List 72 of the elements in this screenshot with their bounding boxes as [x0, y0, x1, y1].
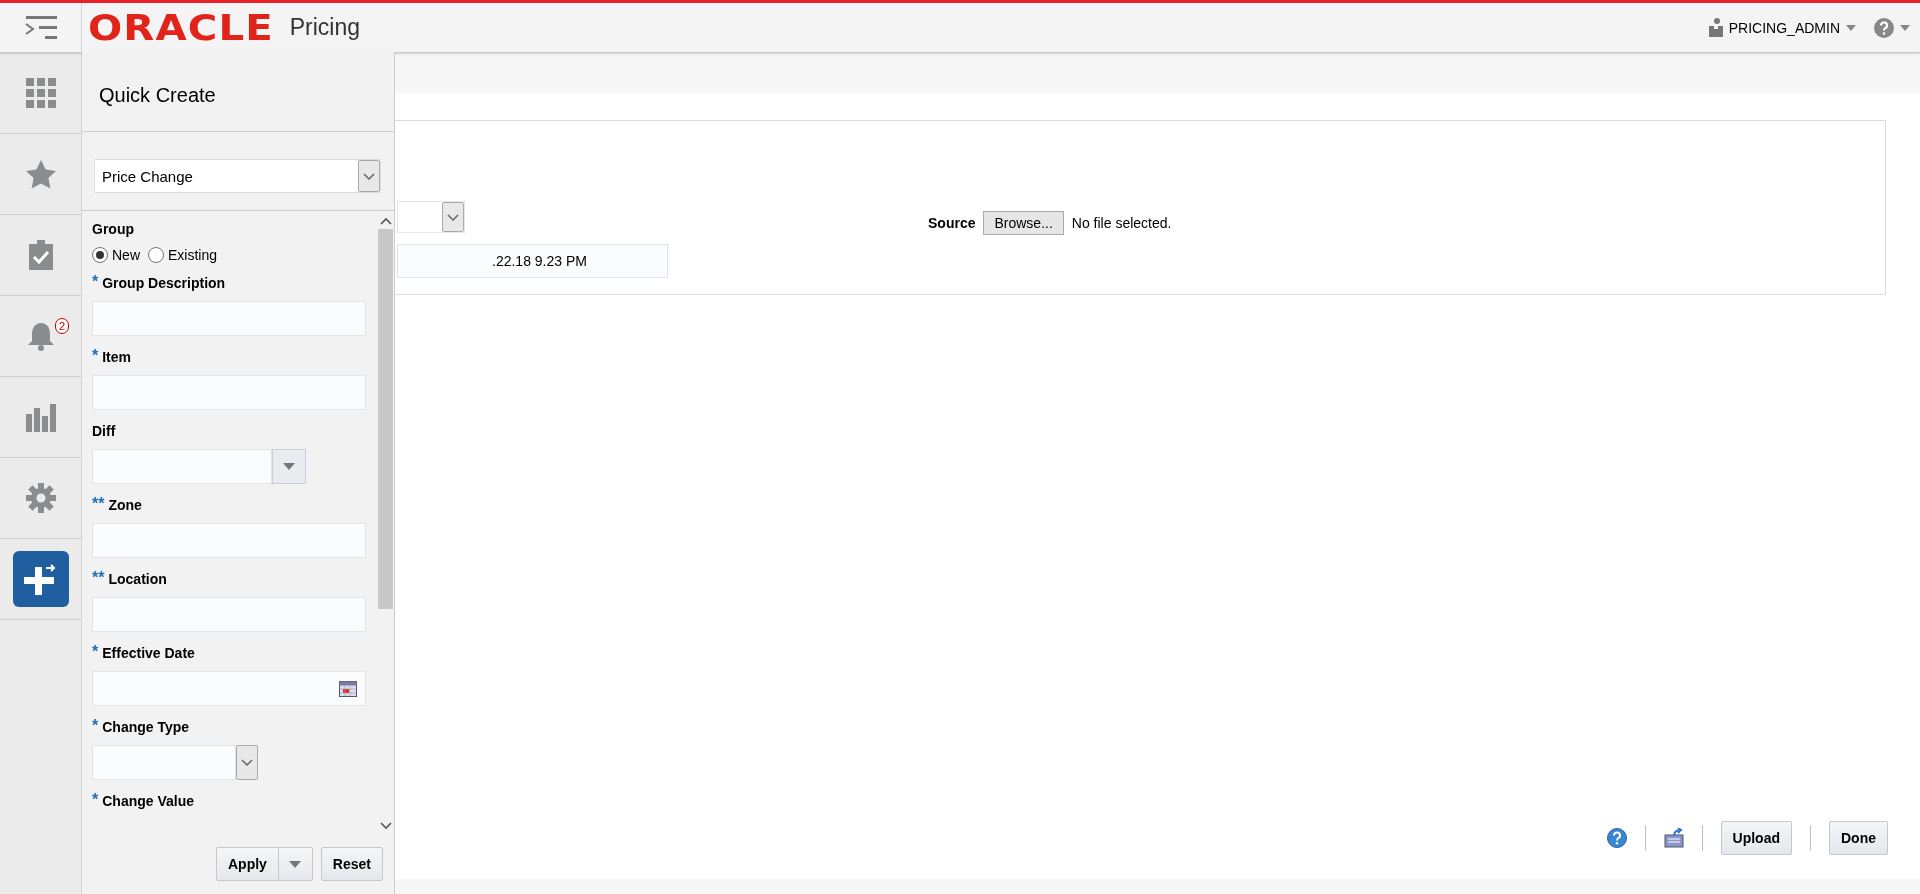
- radio-button[interactable]: [92, 247, 108, 263]
- required-marker: *: [92, 719, 99, 733]
- date-field[interactable]: [92, 671, 366, 706]
- source-label: Source: [928, 215, 976, 231]
- required-marker: *: [92, 793, 99, 807]
- triangle-down-icon: [289, 860, 302, 868]
- scroll-up-icon[interactable]: [379, 217, 392, 225]
- chevron-down-icon: [241, 759, 253, 766]
- help-icon[interactable]: [1606, 828, 1627, 848]
- upload-button[interactable]: Upload: [1720, 821, 1792, 855]
- description-field[interactable]: .22.18 9.23 PM: [397, 244, 668, 278]
- menu-icon[interactable]: [24, 15, 57, 40]
- dropdown-button[interactable]: [272, 449, 306, 484]
- bell-icon: [26, 321, 55, 351]
- required-marker: *: [92, 349, 99, 363]
- chevron-down-icon: [447, 213, 459, 221]
- browse-button[interactable]: Browse...: [983, 211, 1064, 235]
- reset-button[interactable]: Reset: [320, 847, 383, 881]
- field-label: Group Description: [102, 275, 226, 291]
- radio-label: New: [112, 247, 140, 263]
- text-field[interactable]: [92, 597, 366, 632]
- plus-arrow-icon: [23, 563, 58, 595]
- app-title: Pricing: [289, 14, 360, 41]
- notification-badge: 2: [55, 318, 70, 334]
- required-marker: **: [92, 571, 105, 585]
- type-select[interactable]: Price Change: [94, 159, 381, 193]
- field-label: Group: [92, 221, 134, 237]
- combo-field[interactable]: [92, 449, 272, 484]
- required-marker: *: [92, 645, 99, 659]
- nav-item[interactable]: [26, 321, 55, 351]
- radio-button[interactable]: [148, 247, 164, 263]
- nav-item[interactable]: [25, 402, 56, 432]
- nav-item[interactable]: [25, 159, 56, 189]
- required-marker: *: [92, 275, 99, 289]
- logo: ORACLE: [88, 7, 274, 48]
- done-button[interactable]: Done: [1829, 821, 1888, 855]
- triangle-down-icon: [283, 463, 295, 470]
- radio-label: Existing: [168, 247, 218, 263]
- nav-item[interactable]: [25, 483, 56, 513]
- chevron-down-icon: [363, 172, 375, 180]
- caret-icon[interactable]: [1846, 24, 1856, 31]
- dropdown-button[interactable]: [236, 745, 258, 780]
- nav-item[interactable]: [28, 240, 53, 270]
- text-field[interactable]: [92, 301, 366, 336]
- apps-grid-icon: [25, 78, 56, 108]
- star-icon: [25, 159, 56, 189]
- required-marker: **: [92, 497, 105, 511]
- field-label: Zone: [108, 497, 142, 513]
- text-field[interactable]: [92, 375, 366, 410]
- nav-item[interactable]: [25, 78, 56, 108]
- settings-icon: [25, 483, 56, 513]
- field-label: Item: [102, 349, 132, 365]
- clipboard-check-icon: [28, 240, 53, 270]
- field-label: Diff: [92, 423, 116, 439]
- create-button[interactable]: [12, 551, 69, 607]
- export-icon[interactable]: [1663, 828, 1684, 848]
- text-field[interactable]: [92, 523, 366, 558]
- calendar-icon[interactable]: [339, 680, 357, 697]
- field-label: Change Value: [102, 793, 195, 809]
- field-label: Effective Date: [102, 645, 195, 661]
- scroll-down-icon[interactable]: [379, 822, 392, 830]
- bar-chart-icon: [25, 402, 56, 432]
- user-menu[interactable]: PRICING_ADMIN: [1728, 19, 1840, 36]
- field-label: Location: [108, 571, 167, 587]
- help-icon[interactable]: [1874, 17, 1894, 38]
- template-select[interactable]: [397, 201, 465, 233]
- file-status: No file selected.: [1071, 215, 1172, 231]
- user-icon: [1708, 18, 1723, 37]
- caret-icon[interactable]: [1900, 24, 1910, 31]
- field-label: Change Type: [102, 719, 190, 735]
- panel-title: Quick Create: [99, 84, 216, 106]
- select-field[interactable]: [92, 745, 236, 780]
